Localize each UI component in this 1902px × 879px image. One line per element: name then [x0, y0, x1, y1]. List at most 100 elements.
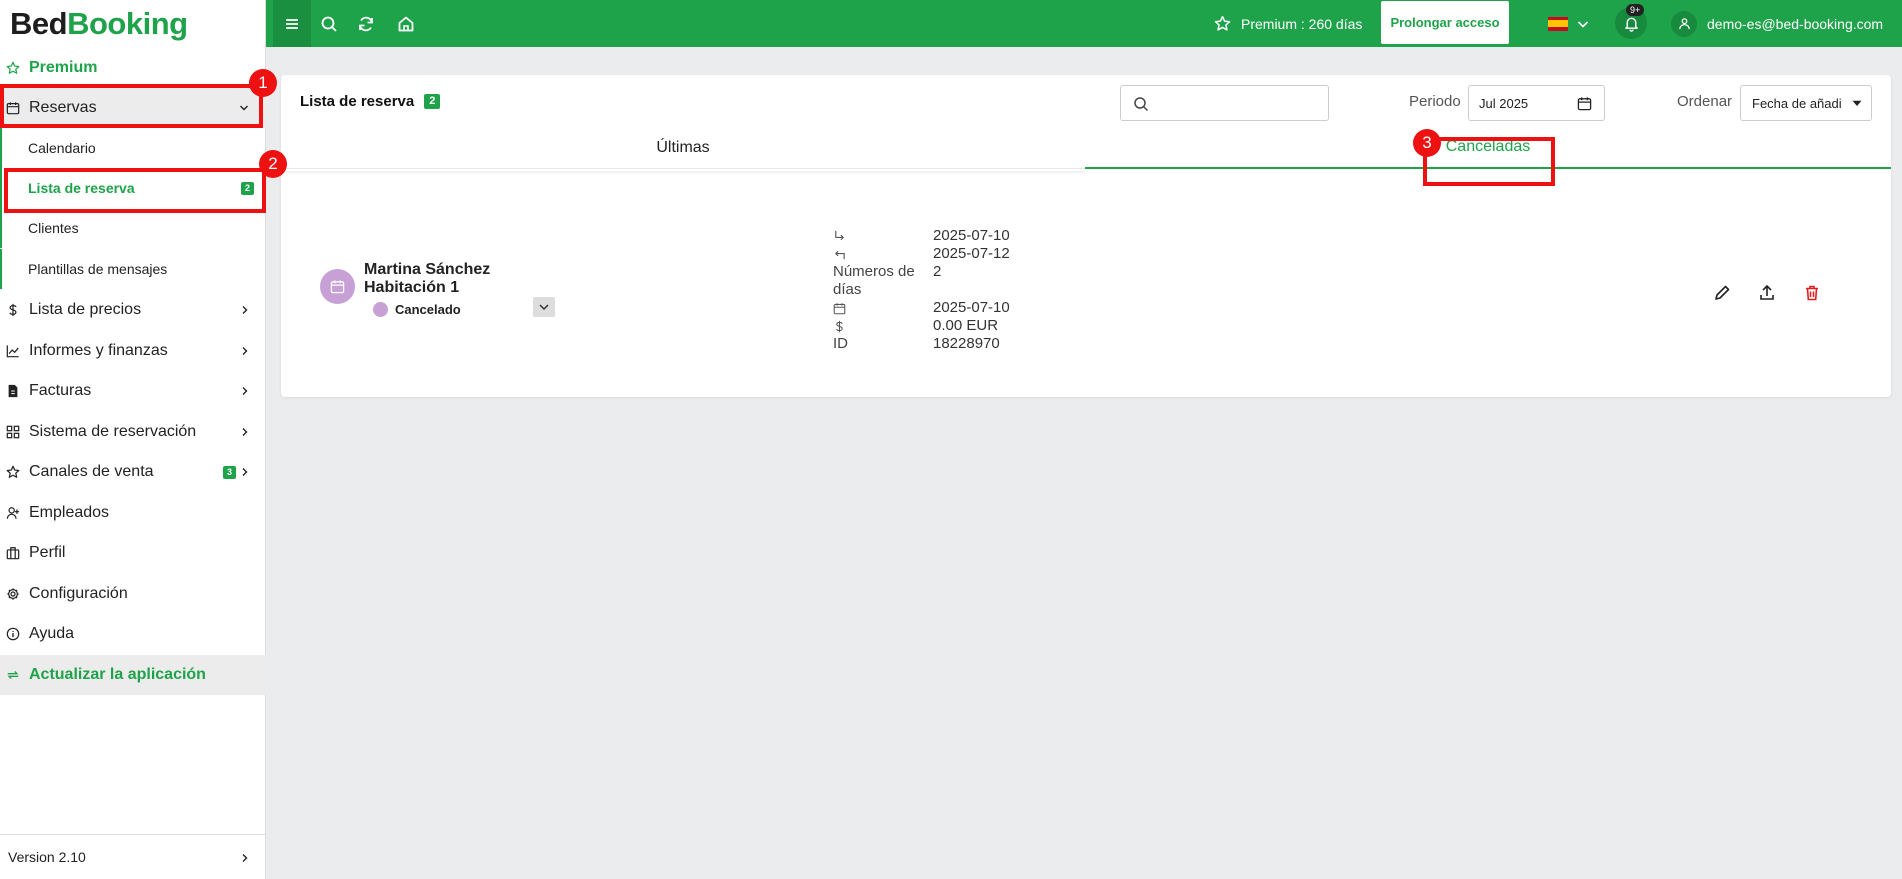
- user-email: demo-es@bed-booking.com: [1707, 15, 1884, 32]
- id-value: 18228970: [933, 335, 1000, 352]
- trash-icon: [1806, 285, 1818, 301]
- reservation-guest: Martina Sánchez Habitación 1: [364, 261, 490, 297]
- annotation-box-2: [4, 168, 266, 213]
- expand-button[interactable]: [533, 297, 555, 317]
- chevron-right-icon: [240, 384, 250, 398]
- search-icon: [320, 15, 338, 33]
- search-button[interactable]: [309, 0, 349, 47]
- version-row[interactable]: Version 2.10: [0, 834, 266, 879]
- sidebar-subitem-label: Plantillas de mensajes: [28, 261, 168, 277]
- chevron-right-icon: [240, 465, 250, 479]
- order-select[interactable]: Fecha de añadi: [1740, 85, 1872, 121]
- chevron-right-icon: [240, 344, 250, 358]
- status-text: Cancelado: [395, 302, 461, 317]
- annotation-number-1: 1: [249, 69, 277, 97]
- menu-button[interactable]: [273, 0, 311, 47]
- count-badge: 3: [222, 466, 236, 479]
- sidebar-subitem-calendario[interactable]: Calendario: [0, 128, 266, 168]
- period-label: Periodo: [1409, 93, 1461, 110]
- sidebar-item-label: Actualizar la aplicación: [29, 666, 206, 683]
- bell-icon: [1624, 17, 1638, 32]
- chart-icon: [6, 344, 20, 358]
- spain-flag-icon: [1548, 16, 1568, 31]
- version-label: Version 2.10: [8, 849, 86, 865]
- checkout-icon: [833, 245, 933, 263]
- sidebar-item-canales[interactable]: Canales de venta 3: [0, 452, 266, 492]
- sidebar-item-empleados[interactable]: Empleados: [0, 493, 266, 533]
- dollar-icon: [6, 303, 20, 317]
- prolong-access-button[interactable]: Prolongar acceso: [1381, 1, 1509, 44]
- annotation-number-2: 2: [259, 150, 287, 178]
- calendar-icon: [833, 299, 933, 317]
- room-name: Habitación 1: [364, 279, 460, 296]
- sidebar-item-sistema[interactable]: Sistema de reservación: [0, 412, 266, 452]
- sidebar-item-ayuda[interactable]: Ayuda: [0, 614, 266, 654]
- chevron-right-icon: [240, 851, 250, 865]
- search-icon: [1134, 97, 1149, 112]
- sidebar-subitem-clientes[interactable]: Clientes: [0, 208, 266, 248]
- home-button[interactable]: [386, 0, 426, 47]
- nights-row: Números de días 2: [833, 263, 1033, 299]
- id-label: ID: [833, 335, 848, 352]
- top-bar: Premium : 260 días Prolongar acceso 9+ d…: [266, 0, 1902, 47]
- sidebar-item-label: Lista de precios: [29, 301, 142, 318]
- sidebar-item-label: Premium: [29, 59, 98, 76]
- notifications-badge: 9+: [1626, 4, 1645, 16]
- edit-button[interactable]: [1710, 281, 1734, 305]
- logo-booking: Booking: [67, 5, 188, 41]
- sidebar-subitem-label: Calendario: [28, 140, 96, 156]
- sidebar-item-facturas[interactable]: Facturas: [0, 371, 266, 411]
- reservation-row[interactable]: Martina Sánchez Habitación 1 Cancelado 2…: [281, 175, 1891, 385]
- checkin-icon: [833, 227, 933, 245]
- logo-bed: Bed: [10, 5, 68, 41]
- sidebar-item-perfil[interactable]: Perfil: [0, 533, 266, 573]
- reservation-avatar: [320, 269, 355, 304]
- annotation-box-1: [0, 84, 263, 128]
- export-button[interactable]: [1755, 281, 1779, 305]
- checkin-row: 2025-07-10: [833, 227, 1033, 245]
- created-row: 2025-07-10: [833, 299, 1033, 317]
- sidebar-item-label: Empleados: [29, 504, 110, 521]
- refresh-button[interactable]: [346, 0, 386, 47]
- sidebar-item-label: Ayuda: [29, 625, 75, 642]
- sidebar-item-update[interactable]: Actualizar la aplicación: [0, 655, 266, 695]
- premium-status[interactable]: Premium : 260 días: [1214, 0, 1362, 47]
- guest-name: Martina Sánchez: [364, 261, 491, 278]
- chevron-down-icon: [539, 304, 549, 311]
- user-menu[interactable]: demo-es@bed-booking.com: [1671, 0, 1883, 47]
- refresh-icon: [6, 668, 20, 682]
- checkin-date: 2025-07-10: [933, 227, 1010, 244]
- period-value: Jul 2025: [1479, 95, 1529, 111]
- tabs: Últimas Canceladas: [281, 127, 1891, 169]
- sidebar-item-label: Canales de venta: [29, 463, 154, 480]
- gear-icon: [6, 587, 20, 601]
- nights-label: Números de días: [833, 263, 915, 298]
- sidebar-item-configuracion[interactable]: Configuración: [0, 574, 266, 614]
- price-row: 0.00 EUR: [833, 317, 1033, 335]
- sidebar-item-lista-de-precios[interactable]: Lista de precios: [0, 290, 266, 330]
- language-selector[interactable]: [1548, 0, 1590, 47]
- period-picker[interactable]: Jul 2025: [1468, 85, 1605, 121]
- logo[interactable]: Bed Booking: [0, 0, 265, 47]
- reservation-list-card: Lista de reserva 2 Periodo Jul 2025 Orde…: [281, 75, 1891, 397]
- upload-icon: [1760, 284, 1774, 300]
- nights-value: 2: [933, 263, 942, 280]
- pencil-icon: [1715, 285, 1730, 300]
- calendar-icon: [330, 280, 345, 294]
- page-title-text: Lista de reserva: [300, 93, 415, 110]
- search-input[interactable]: [1159, 92, 1319, 114]
- sidebar-item-premium[interactable]: Premium: [0, 48, 266, 88]
- checkout-date: 2025-07-12: [933, 245, 1010, 262]
- order-value: Fecha de añadi: [1752, 95, 1842, 111]
- sidebar-item-informes[interactable]: Informes y finanzas: [0, 331, 266, 371]
- status-badge: Cancelado: [373, 302, 461, 317]
- search-box[interactable]: [1120, 85, 1329, 121]
- chevron-right-icon: [240, 303, 250, 317]
- user-icon: [1671, 10, 1697, 37]
- dollar-icon: [833, 317, 933, 335]
- sidebar-subitem-plantillas[interactable]: Plantillas de mensajes: [0, 249, 266, 289]
- sidebar-item-label: Informes y finanzas: [29, 342, 168, 359]
- tab-ultimas[interactable]: Últimas: [281, 127, 1085, 169]
- delete-button[interactable]: [1800, 281, 1824, 305]
- page-title: Lista de reserva 2: [300, 93, 441, 110]
